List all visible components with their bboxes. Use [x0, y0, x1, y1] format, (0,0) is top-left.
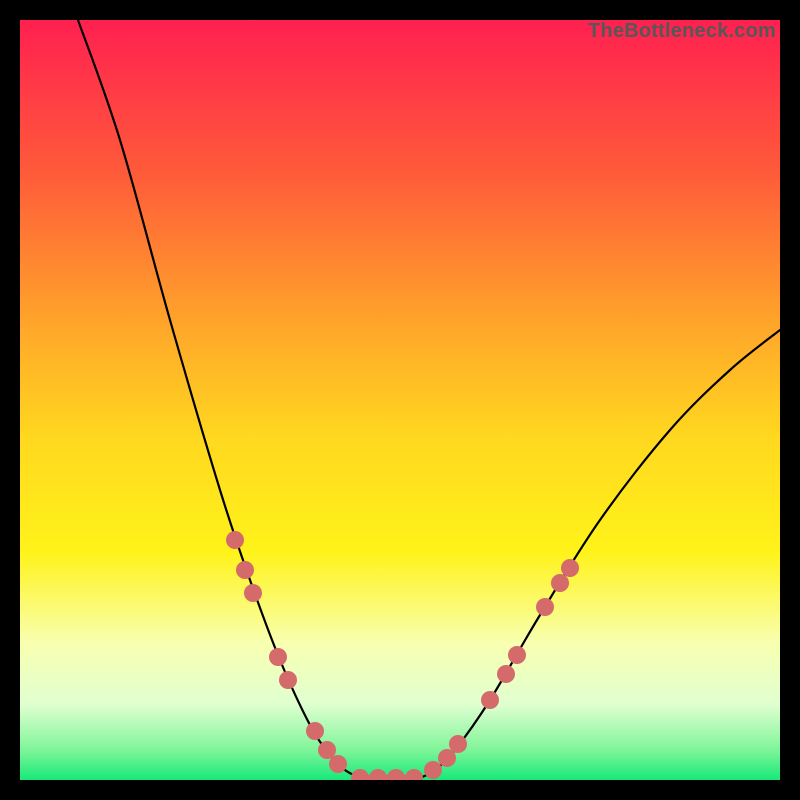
series-right-curve [420, 330, 780, 778]
marker-dot [236, 561, 254, 579]
marker-dot [508, 646, 526, 664]
marker-dot [497, 665, 515, 683]
curve-layer [20, 20, 780, 780]
marker-dot [536, 598, 554, 616]
marker-dot [279, 671, 297, 689]
marker-dot [424, 761, 442, 779]
marker-dot [551, 574, 569, 592]
marker-dot [269, 648, 287, 666]
marker-dot [244, 584, 262, 602]
marker-dot [329, 755, 347, 773]
marker-dot [318, 741, 336, 759]
watermark-text: TheBottleneck.com [588, 20, 776, 43]
marker-dot [449, 735, 467, 753]
marker-dot [405, 769, 423, 780]
marker-dot [226, 531, 244, 549]
marker-dot [306, 722, 324, 740]
series-left-curve [78, 20, 360, 778]
marker-dot [438, 749, 456, 767]
marker-dot [351, 769, 369, 780]
marker-dot [561, 559, 579, 577]
chart-frame: TheBottleneck.com [20, 20, 780, 780]
marker-dot [387, 769, 405, 780]
marker-dot [369, 769, 387, 780]
marker-dot [481, 691, 499, 709]
